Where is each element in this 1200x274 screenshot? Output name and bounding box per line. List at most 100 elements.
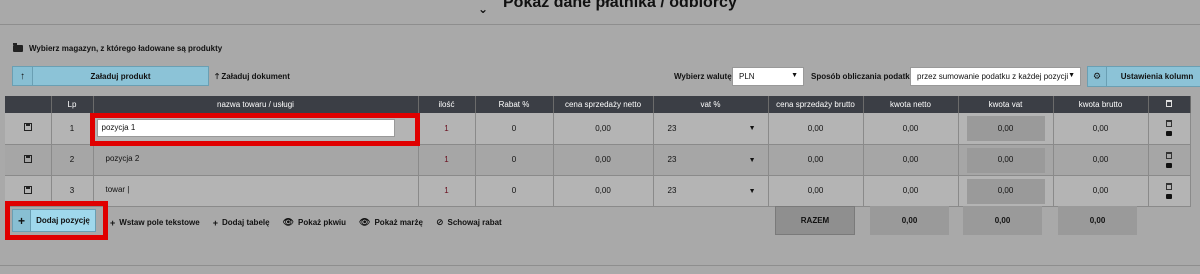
add-table-button[interactable]: + Dodaj tabelę	[213, 217, 270, 228]
row-vat-select[interactable]: 23 ▼	[653, 113, 769, 145]
gear-icon: ⚙	[1087, 66, 1107, 87]
row-discount[interactable]: 0	[475, 144, 554, 176]
plus-icon: +	[212, 217, 218, 228]
row-actions	[1148, 175, 1191, 207]
tax-method-select[interactable]: przez sumowanie podatku z każdej pozycji…	[910, 67, 1081, 86]
trash-icon[interactable]	[1166, 120, 1172, 128]
warehouse-label: Wybierz magazyn, z którego ładowane są p…	[29, 44, 223, 53]
eye-icon: 👁	[282, 217, 295, 227]
eye-slash-icon: ⊘	[435, 217, 444, 227]
insert-text-field-button[interactable]: + Wstaw pole tekstowe	[110, 217, 200, 228]
save-icon	[23, 185, 32, 194]
chevron-down-icon: ▼	[748, 125, 756, 132]
save-row-button[interactable]	[5, 144, 52, 176]
vat-value: 23	[667, 186, 677, 195]
row-net-amount: 0,00	[863, 144, 959, 176]
row-actions	[1148, 144, 1191, 176]
vat-amount-value: 0,00	[997, 155, 1014, 164]
save-icon	[23, 154, 32, 163]
row-vat-select[interactable]: 23 ▼	[653, 144, 769, 176]
tax-method-label: Sposób obliczania podatku	[811, 72, 915, 81]
col-header-gross-price: cena sprzedaży brutto	[768, 96, 864, 113]
vat-value: 23	[667, 155, 677, 164]
upload-document-label: Załaduj dokument	[221, 72, 290, 81]
row-gross-amount: 0,00	[1053, 113, 1149, 145]
row-vat-select[interactable]: 23 ▼	[653, 175, 769, 207]
row-net-amount: 0,00	[863, 175, 959, 207]
col-header-save	[5, 96, 52, 113]
col-header-net-amount: kwota netto	[863, 96, 959, 113]
lock-icon[interactable]	[1166, 193, 1172, 199]
row-qty[interactable]: 1	[418, 175, 476, 207]
row-vat-amount: 0,00	[958, 175, 1054, 207]
row-actions	[1148, 113, 1191, 145]
col-header-delete[interactable]	[1148, 96, 1191, 113]
item-name-text: towar |	[105, 184, 130, 194]
table-row: 2 pozycja 2 1 0 0,00 23 ▼ 0,00 0,00 0,00 …	[5, 144, 1191, 176]
row-net-price[interactable]: 0,00	[553, 175, 654, 207]
payer-recipient-toggle[interactable]: Pokaż dane płatnika / odbiorcy	[503, 0, 737, 12]
highlight-box-add-button	[5, 201, 108, 240]
hide-discount-label: Schowaj rabat	[447, 218, 502, 227]
upload-product-label: Załaduj produkt	[33, 66, 209, 86]
row-gross-price[interactable]: 0,00	[768, 113, 864, 145]
chevron-down-icon: ▼	[748, 187, 756, 195]
chevron-down-icon[interactable]: ⌄	[478, 2, 488, 16]
currency-value: PLN	[739, 72, 755, 81]
row-lp: 1	[51, 113, 94, 145]
row-qty[interactable]: 1	[418, 113, 476, 145]
row-vat-amount: 0,00	[958, 144, 1054, 176]
show-margin-button[interactable]: 👁 Pokaż marżę	[359, 217, 423, 228]
row-gross-price[interactable]: 0,00	[768, 175, 864, 207]
row-actions-bar: + Wstaw pole tekstowe + Dodaj tabelę 👁 Poka…	[110, 217, 502, 228]
row-lp: 2	[51, 144, 94, 176]
row-net-price[interactable]: 0,00	[553, 113, 654, 145]
trash-icon	[1166, 100, 1172, 107]
insert-text-label: Wstaw pole tekstowe	[119, 218, 200, 227]
row-qty[interactable]: 1	[418, 144, 476, 176]
add-table-label: Dodaj tabelę	[222, 218, 270, 227]
trash-icon[interactable]	[1166, 182, 1172, 190]
upload-product-button[interactable]: ↑ Załaduj produkt	[12, 66, 209, 86]
total-net: 0,00	[870, 206, 949, 235]
col-header-net-price: cena sprzedaży netto	[553, 96, 654, 113]
upload-icon: 🡑	[215, 72, 220, 81]
hide-discount-button[interactable]: ⊘ Schowaj rabat	[436, 217, 502, 228]
eye-icon: 👁	[359, 217, 371, 227]
chevron-down-icon: ▼	[791, 72, 798, 79]
lock-icon[interactable]	[1166, 131, 1172, 137]
highlight-box-name-input	[90, 113, 420, 146]
show-margin-label: Pokaż marżę	[374, 218, 423, 227]
col-header-discount: Rabat %	[475, 96, 554, 113]
upload-icon: ↑	[12, 66, 33, 86]
total-vat: 0,00	[963, 206, 1042, 235]
col-header-gross-amount: kwota brutto	[1053, 96, 1149, 113]
lock-icon[interactable]	[1166, 162, 1172, 168]
show-pkwiu-button[interactable]: 👁 Pokaż pkwiu	[283, 217, 346, 228]
row-name-cell[interactable]: towar |	[93, 175, 419, 207]
column-settings-label: Ustawienia kolumn	[1107, 66, 1200, 87]
row-name-cell[interactable]: pozycja 2	[93, 144, 419, 176]
row-discount[interactable]: 0	[475, 113, 554, 145]
totals-label: RAZEM	[775, 206, 855, 235]
trash-icon[interactable]	[1166, 151, 1172, 159]
total-gross: 0,00	[1058, 206, 1137, 235]
upload-document-link[interactable]: 🡑 Załaduj dokument	[215, 71, 290, 85]
warehouse-selector[interactable]: Wybierz magazyn, z którego ładowane są p…	[13, 43, 223, 53]
footer-divider	[0, 265, 1200, 266]
save-row-button[interactable]	[5, 113, 52, 145]
row-net-amount: 0,00	[863, 113, 959, 145]
show-pkwiu-label: Pokaż pkwiu	[298, 218, 347, 227]
row-gross-price[interactable]: 0,00	[768, 144, 864, 176]
row-net-price[interactable]: 0,00	[553, 144, 654, 176]
col-header-vat: vat %	[653, 96, 769, 113]
column-settings-button[interactable]: ⚙ Ustawienia kolumn	[1087, 66, 1200, 87]
row-discount[interactable]: 0	[475, 175, 554, 207]
currency-label: Wybierz walutę	[674, 72, 732, 81]
chevron-down-icon: ▼	[1068, 72, 1075, 79]
tax-method-value: przez sumowanie podatku z każdej pozycji	[917, 72, 1069, 81]
table-row: 3 towar | 1 0 0,00 23 ▼ 0,00 0,00 0,00 0,…	[5, 175, 1191, 207]
folder-open-icon	[13, 43, 23, 52]
plus-icon: +	[110, 217, 116, 228]
currency-select[interactable]: PLN ▼	[732, 67, 804, 86]
